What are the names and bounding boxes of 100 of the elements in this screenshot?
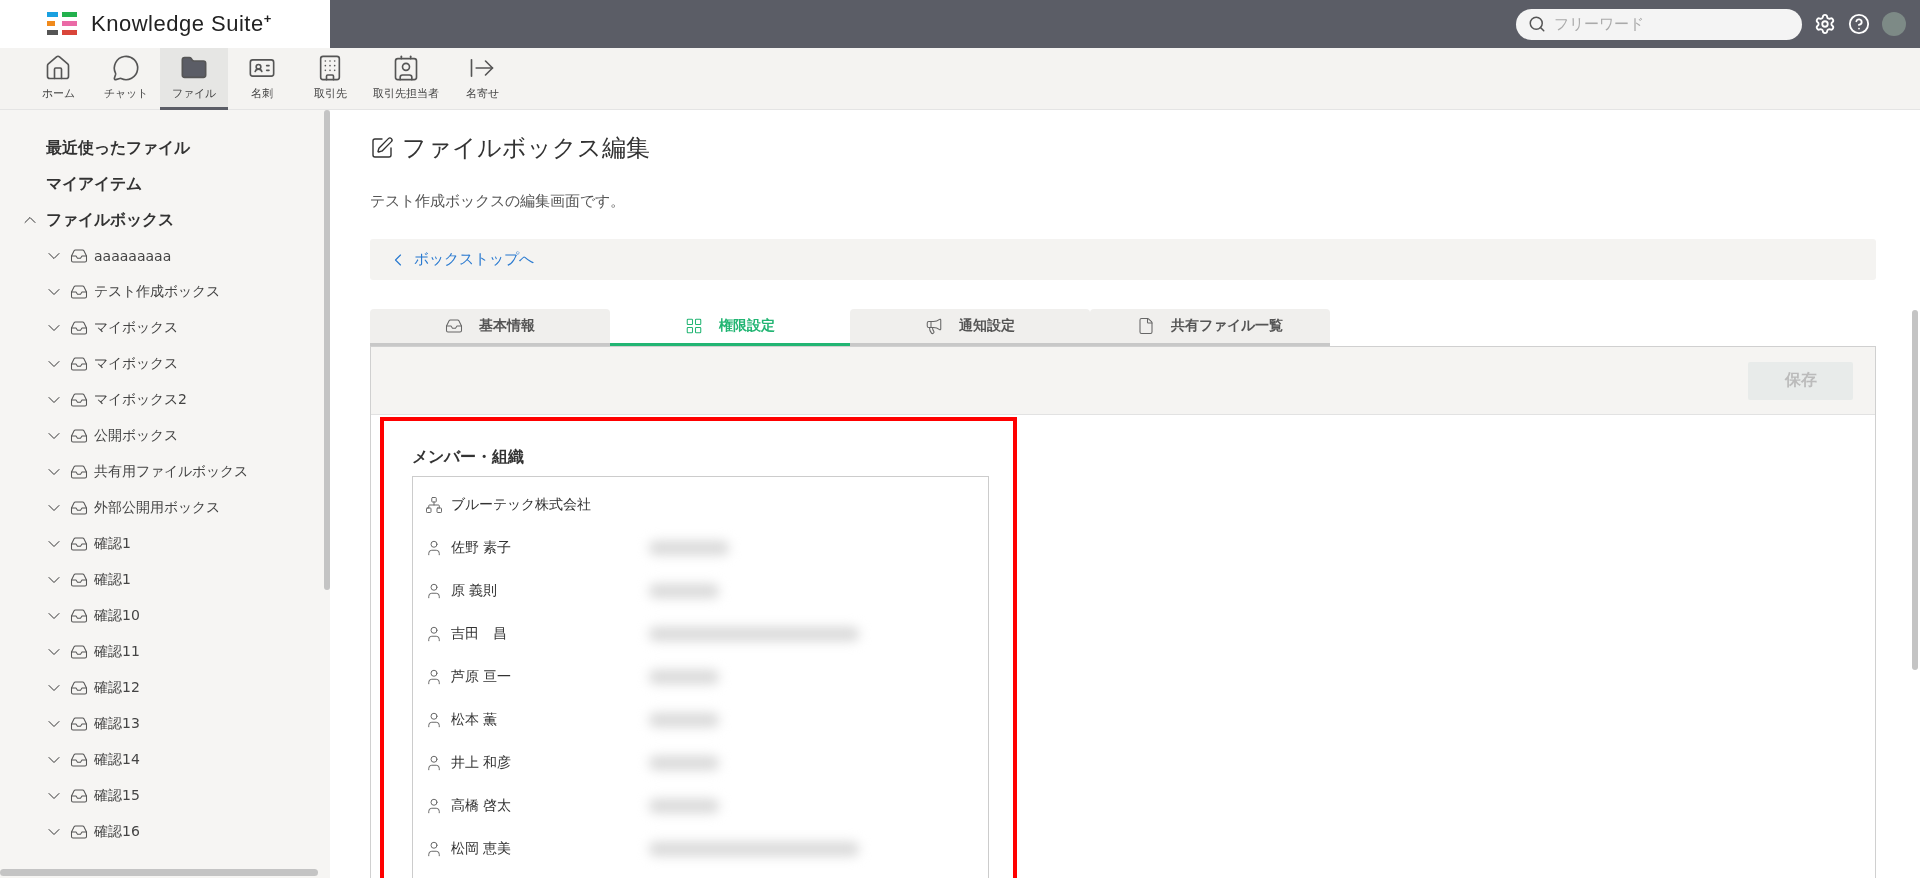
grid-icon	[685, 317, 703, 335]
member-row[interactable]: 芦原 亘一	[425, 655, 976, 698]
tab[interactable]: 通知設定	[850, 309, 1090, 346]
person-icon	[425, 796, 443, 815]
member-row[interactable]: 高橋 啓太	[425, 784, 976, 827]
back-link[interactable]: ボックストップへ	[388, 249, 534, 270]
blurred-text	[649, 669, 719, 684]
sidebar-item[interactable]: 確認14	[94, 751, 140, 769]
tab[interactable]: 基本情報	[370, 309, 610, 346]
settings-button[interactable]	[1814, 13, 1836, 35]
member-row[interactable]: 佐野 素子	[425, 526, 976, 569]
scrollbar[interactable]	[324, 110, 330, 590]
inbox-icon	[70, 571, 88, 589]
sidebar-item[interactable]: aaaaaaaaa	[94, 248, 172, 264]
member-row[interactable]: ブルーテック株式会社	[425, 483, 976, 526]
edit-icon	[370, 136, 394, 160]
logo-icon	[47, 12, 77, 36]
sidebar-item[interactable]: 確認13	[94, 715, 140, 733]
inbox-icon	[70, 751, 88, 769]
sidebar-item[interactable]: 確認11	[94, 643, 140, 661]
sidebar-item[interactable]: 外部公開用ボックス	[94, 499, 220, 517]
nav-icon	[112, 54, 140, 82]
person-icon	[425, 581, 443, 600]
blurred-text	[649, 755, 719, 770]
sidebar-item[interactable]: マイアイテム	[46, 173, 142, 195]
inbox-icon	[445, 317, 463, 335]
sidebar-item[interactable]: 最近使ったファイル	[46, 137, 190, 159]
blurred-text	[649, 798, 719, 813]
inbox-icon	[70, 283, 88, 301]
blurred-text	[649, 712, 719, 727]
search-icon	[1528, 14, 1546, 33]
sidebar-item[interactable]: マイボックス2	[94, 391, 187, 409]
inbox-icon	[70, 391, 88, 409]
sidebar-item[interactable]: 共有用ファイルボックス	[94, 463, 248, 481]
member-name: 松岡 恵美	[451, 839, 513, 858]
document-icon	[1137, 317, 1155, 335]
inbox-icon	[70, 823, 88, 841]
sidebar-item[interactable]: 確認12	[94, 679, 140, 697]
person-icon	[425, 753, 443, 772]
inbox-icon	[70, 715, 88, 733]
sidebar-item[interactable]: ファイルボックス	[46, 209, 174, 231]
inbox-icon	[70, 355, 88, 373]
member-name: 佐野 素子	[451, 538, 513, 557]
inbox-icon	[70, 319, 88, 337]
person-icon	[425, 538, 443, 557]
member-name: 高橋 啓太	[451, 796, 513, 815]
help-button[interactable]	[1848, 13, 1870, 35]
sidebar-item[interactable]: 確認15	[94, 787, 140, 805]
nav-item[interactable]: ホーム	[24, 48, 92, 110]
nav-item[interactable]: ファイル	[160, 48, 228, 110]
member-row[interactable]: 原 義則	[425, 569, 976, 612]
nav-item[interactable]: 取引先	[296, 48, 364, 110]
sidebar-item[interactable]: マイボックス	[94, 319, 178, 337]
member-name: 芦原 亘一	[451, 667, 513, 686]
sidebar-item[interactable]: マイボックス	[94, 355, 178, 373]
person-icon	[425, 710, 443, 729]
member-name: 松本 薫	[451, 710, 499, 729]
scrollbar[interactable]	[0, 869, 318, 876]
megaphone-icon	[925, 317, 943, 335]
sidebar-item[interactable]: 確認1	[94, 535, 131, 553]
sidebar-item[interactable]: 確認1	[94, 571, 131, 589]
inbox-icon	[70, 247, 88, 265]
member-row[interactable]: 松岡 恵美	[425, 827, 976, 870]
inbox-icon	[70, 535, 88, 553]
tab[interactable]: 共有ファイル一覧	[1090, 309, 1330, 346]
inbox-icon	[70, 607, 88, 625]
sidebar-item[interactable]: 確認10	[94, 607, 140, 625]
page-description: テスト作成ボックスの編集画面です。	[370, 192, 626, 211]
nav-item[interactable]: 名寄せ	[448, 48, 516, 110]
member-name: 吉田 昌	[451, 624, 508, 643]
inbox-icon	[70, 427, 88, 445]
page-title: ファイルボックス編集	[402, 133, 650, 164]
sidebar-item[interactable]: 確認16	[94, 823, 140, 841]
logo-text: Knowledge Suite$^{+}$	[91, 10, 272, 38]
member-name: ブルーテック株式会社	[451, 495, 592, 514]
nav-item[interactable]: 取引先担当者	[364, 48, 448, 110]
nav-icon	[392, 54, 420, 82]
organization-icon	[425, 495, 443, 514]
section-heading: メンバー・組織	[412, 447, 525, 468]
member-name: 原 義則	[451, 581, 499, 600]
inbox-icon	[70, 499, 88, 517]
member-name: 井上 和彦	[451, 753, 513, 772]
scrollbar[interactable]	[1912, 310, 1918, 670]
member-row[interactable]: 吉田 昌	[425, 612, 976, 655]
member-row[interactable]: 井上 和彦	[425, 741, 976, 784]
avatar[interactable]	[1882, 12, 1906, 36]
member-row[interactable]: 松本 薫	[425, 698, 976, 741]
inbox-icon	[70, 463, 88, 481]
person-icon	[425, 667, 443, 686]
nav-item[interactable]: 名刺	[228, 48, 296, 110]
person-icon	[425, 839, 443, 858]
inbox-icon	[70, 679, 88, 697]
person-icon	[425, 624, 443, 643]
search-field[interactable]: フリーワード	[1516, 8, 1802, 40]
sidebar-item[interactable]: テスト作成ボックス	[94, 283, 220, 301]
sidebar-item[interactable]: 公開ボックス	[94, 427, 178, 445]
inbox-icon	[70, 787, 88, 805]
nav-item[interactable]: チャット	[92, 48, 160, 110]
inbox-icon	[70, 643, 88, 661]
nav-icon	[44, 54, 72, 82]
